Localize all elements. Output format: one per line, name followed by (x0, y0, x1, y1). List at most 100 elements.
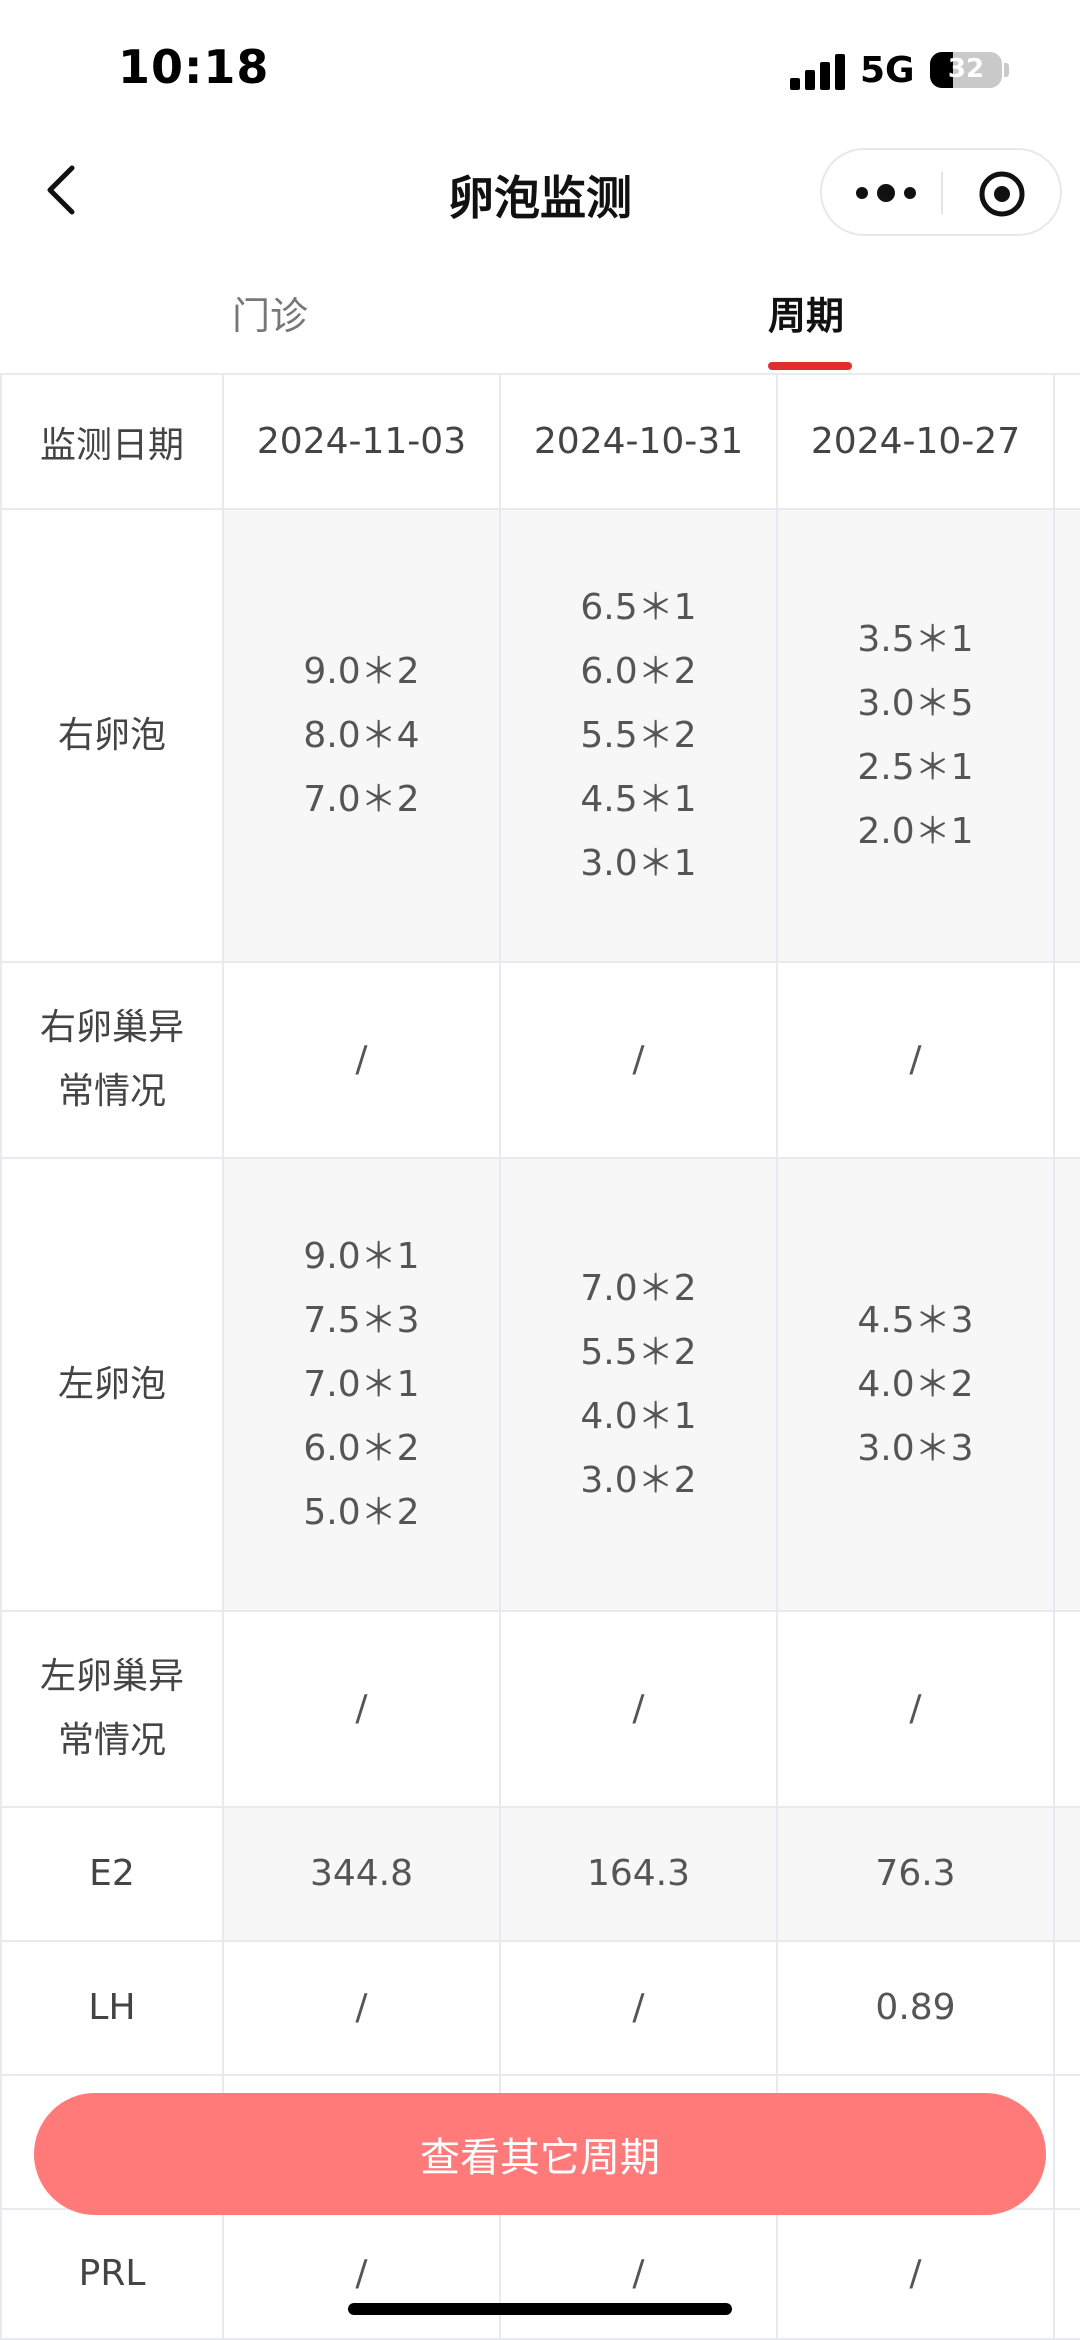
data-cell: / (776, 1610, 1055, 1808)
table-overflow-edge (1053, 1806, 1080, 1942)
cell-value: 2.5＊1 (857, 746, 974, 788)
row-label-line: 左卵巢异 (39, 1656, 184, 1697)
date-cell: 2024-11-03 (222, 373, 501, 510)
nav-bar: 卵泡监测 (0, 130, 1080, 255)
cell-value: / (355, 1688, 368, 1729)
cell-value: 7.0＊1 (303, 1363, 420, 1405)
tab-bar: 门诊 周期 (0, 255, 1080, 373)
cell-value: / (909, 2253, 922, 2294)
cell-value: 76.3 (875, 1853, 956, 1894)
cell-value: 5.5＊2 (580, 1331, 697, 1373)
data-cell: 164.3 (499, 1806, 778, 1942)
row-label-line: 左卵泡 (57, 1363, 166, 1405)
cell-value: 3.0＊1 (580, 842, 697, 884)
row-label-line: LH (88, 1987, 136, 2028)
cell-value: / (355, 2253, 368, 2294)
table-overflow-edge (1053, 508, 1080, 963)
data-cell: 3.5＊1 3.0＊5 2.5＊1 2.0＊1 (776, 508, 1055, 963)
data-cell: 0.89 (776, 1940, 1055, 2076)
data-cell: / (222, 961, 501, 1159)
tab-cycle[interactable]: 周期 (768, 285, 844, 340)
table-row: 左卵巢异 常情况 / / / (0, 1610, 1080, 1808)
cell-value: 8.0＊4 (303, 714, 420, 756)
table-row: 左卵泡 9.0＊1 7.5＊3 7.0＊1 6.0＊2 5.0＊2 7.0＊2 5.5＊2 4.… (0, 1157, 1080, 1612)
data-cell: 4.5＊3 4.0＊2 3.0＊3 (776, 1157, 1055, 1612)
close-target-icon[interactable] (978, 170, 1026, 218)
table-overflow-edge (1053, 1610, 1080, 1808)
row-label-line: 右卵泡 (57, 714, 166, 756)
row-label: 左卵泡 (0, 1157, 224, 1612)
date-cell: 2024-10-27 (776, 373, 1055, 510)
battery-percent: 32 (947, 54, 985, 84)
battery-icon: 32 (930, 52, 1002, 88)
cell-value: 7.0＊2 (580, 1267, 697, 1309)
cell-value: 4.5＊1 (580, 778, 697, 820)
row-label: E2 (0, 1806, 224, 1942)
cell-value: 3.5＊1 (857, 618, 974, 660)
battery-tip (1004, 63, 1009, 77)
table-overflow-edge (1053, 1940, 1080, 2076)
cell-value: 344.8 (309, 1853, 414, 1894)
data-cell: / (499, 1610, 778, 1808)
data-cell: / (499, 2208, 778, 2340)
view-other-cycles-button[interactable]: 查看其它周期 (34, 2093, 1046, 2215)
active-tab-indicator (768, 362, 852, 370)
cell-value: 9.0＊2 (303, 650, 420, 692)
row-label-line: 常情况 (57, 1071, 166, 1112)
data-cell: / (776, 961, 1055, 1159)
data-cell: 6.5＊1 6.0＊2 5.5＊2 4.5＊1 3.0＊1 (499, 508, 778, 963)
row-label-line: E2 (89, 1853, 135, 1894)
data-cell: 9.0＊1 7.5＊3 7.0＊1 6.0＊2 5.0＊2 (222, 1157, 501, 1612)
cell-value: / (632, 2253, 645, 2294)
table-overflow-edge (1053, 2074, 1080, 2210)
cell-value: 9.0＊1 (303, 1235, 420, 1277)
table-row: LH / / 0.89 (0, 1940, 1080, 2076)
cell-value: / (909, 1688, 922, 1729)
header-label: 监测日期 (0, 373, 224, 510)
row-label: LH (0, 1940, 224, 2076)
cell-value: 2.0＊1 (857, 810, 974, 852)
table-row: 右卵泡 9.0＊2 8.0＊4 7.0＊2 6.5＊1 6.0＊2 5.5＊2 4.5＊1 3.… (0, 508, 1080, 963)
cell-value: 3.0＊3 (857, 1427, 974, 1469)
network-label: 5G (860, 50, 915, 91)
more-icon[interactable] (856, 172, 916, 214)
data-cell: 7.0＊2 5.5＊2 4.0＊1 3.0＊2 (499, 1157, 778, 1612)
data-cell: 9.0＊2 8.0＊4 7.0＊2 (222, 508, 501, 963)
data-cell: / (499, 1940, 778, 2076)
cell-value: 6.0＊2 (580, 650, 697, 692)
data-cell: / (499, 961, 778, 1159)
cell-value: 7.5＊3 (303, 1299, 420, 1341)
cell-value: 5.5＊2 (580, 714, 697, 756)
mini-program-capsule (820, 148, 1062, 236)
data-cell: / (222, 2208, 501, 2340)
table-overflow-edge (1053, 1157, 1080, 1612)
row-label: 左卵巢异 常情况 (0, 1610, 224, 1808)
capsule-divider (941, 172, 943, 214)
signal-icon (790, 54, 846, 90)
status-bar: 10:18 5G 32 (0, 0, 1080, 130)
cell-value: / (632, 1987, 645, 2028)
cell-value: 4.0＊2 (857, 1363, 974, 1405)
table-row: PRL / / / (0, 2208, 1080, 2340)
data-cell: / (222, 1610, 501, 1808)
data-cell: 344.8 (222, 1806, 501, 1942)
table-row: E2 344.8 164.3 76.3 (0, 1806, 1080, 1942)
cell-value: / (632, 1688, 645, 1729)
cell-value: / (355, 1987, 368, 2028)
cell-value: 3.0＊2 (580, 1459, 697, 1501)
cell-value: 7.0＊2 (303, 778, 420, 820)
date-cell: 2024-10-31 (499, 373, 778, 510)
cell-value: / (355, 1039, 368, 1080)
row-label: 右卵巢异 常情况 (0, 961, 224, 1159)
table-overflow-edge (1053, 961, 1080, 1159)
row-label-line: 右卵巢异 (39, 1007, 184, 1048)
follicle-table: 监测日期 2024-11-03 2024-10-31 2024-10-27 右卵… (0, 373, 1080, 2340)
table-overflow-edge (1053, 373, 1080, 510)
cell-value: 6.5＊1 (580, 586, 697, 628)
cell-value: / (632, 1039, 645, 1080)
status-time: 10:18 (118, 40, 270, 94)
cell-value: / (909, 1039, 922, 1080)
cell-value: 4.5＊3 (857, 1299, 974, 1341)
tab-clinic[interactable]: 门诊 (232, 285, 308, 340)
cell-value: 6.0＊2 (303, 1427, 420, 1469)
